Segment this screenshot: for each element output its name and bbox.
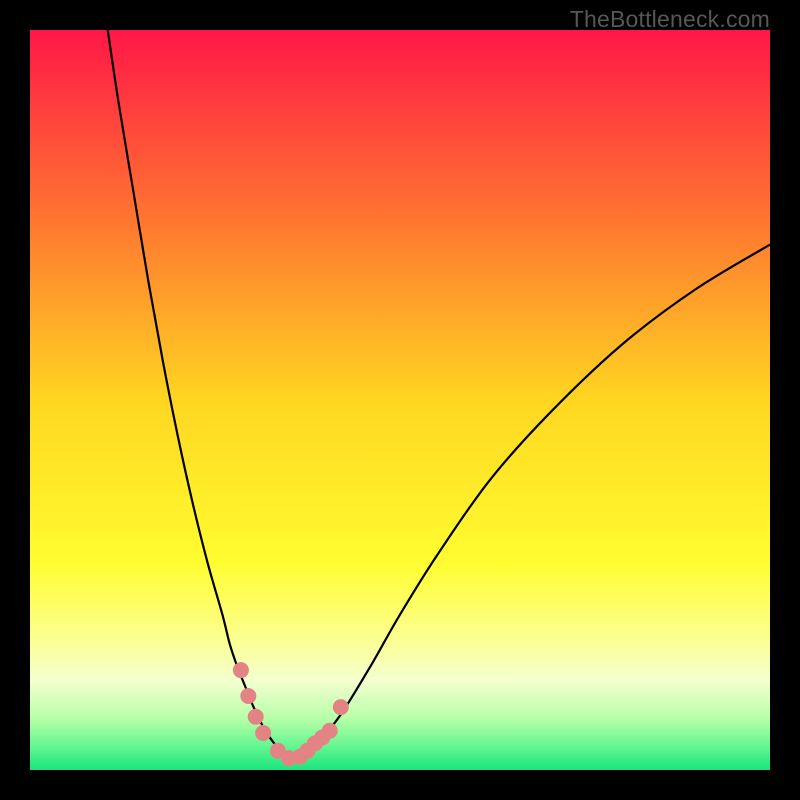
data-marker xyxy=(240,688,256,704)
data-marker xyxy=(322,723,338,739)
data-marker xyxy=(333,699,349,715)
curve-left-branch xyxy=(108,30,289,759)
data-marker xyxy=(233,662,249,678)
data-marker xyxy=(255,725,271,741)
curve-right-branch xyxy=(289,245,770,759)
plot-area xyxy=(30,30,770,770)
marker-group xyxy=(233,662,349,766)
watermark-text: TheBottleneck.com xyxy=(570,6,770,33)
data-marker xyxy=(248,709,264,725)
chart-svg xyxy=(30,30,770,770)
